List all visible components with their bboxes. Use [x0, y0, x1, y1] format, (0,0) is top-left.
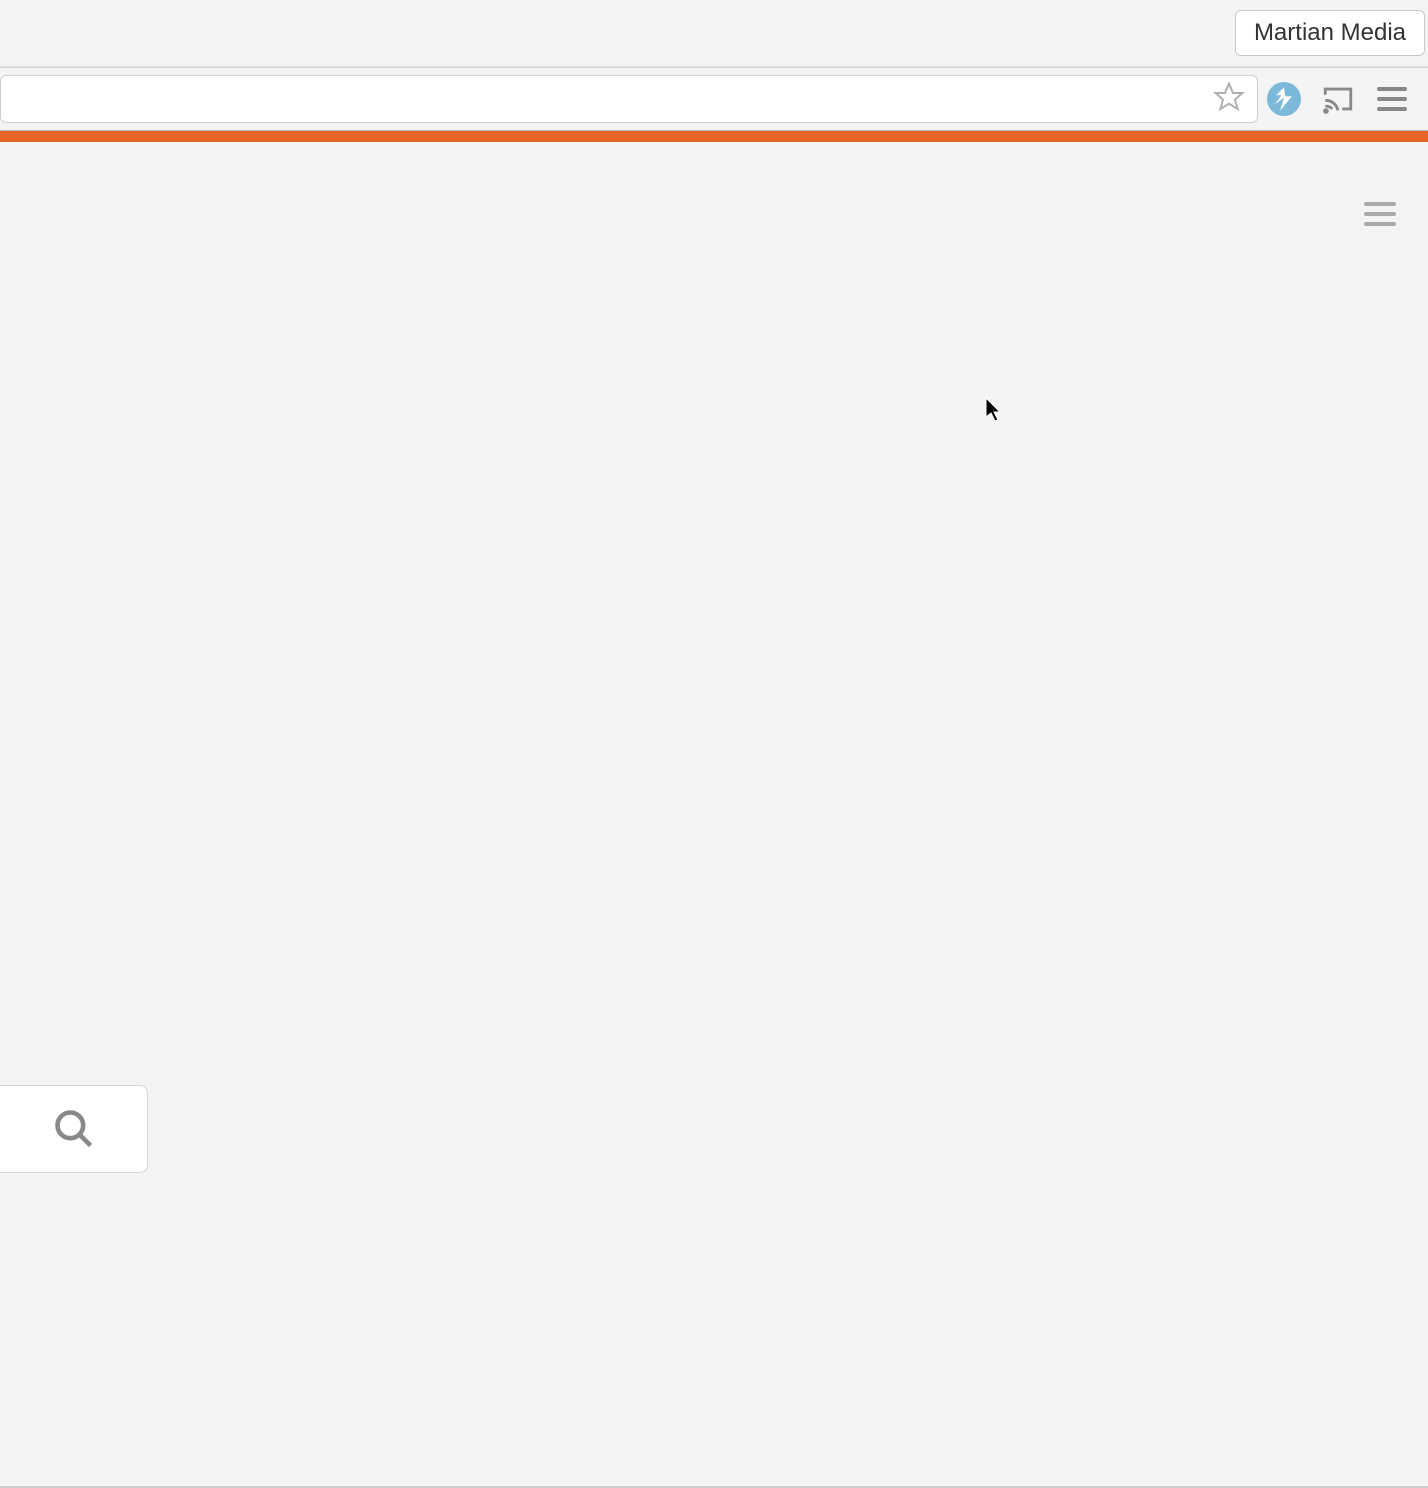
cast-button[interactable] [1320, 81, 1356, 117]
address-bar[interactable] [0, 75, 1258, 123]
browser-toolbar [0, 67, 1428, 131]
shield-icon [1267, 82, 1301, 116]
window-title-button[interactable]: Martian Media [1235, 10, 1425, 56]
page-accent-bar [0, 131, 1428, 142]
page-menu-button[interactable] [1364, 202, 1396, 226]
hamburger-icon [1377, 87, 1407, 111]
window-chrome: Martian Media [0, 0, 1428, 67]
hamburger-icon [1364, 202, 1396, 206]
star-icon[interactable] [1213, 81, 1245, 118]
extension-shield-button[interactable] [1266, 81, 1302, 117]
search-button[interactable] [0, 1085, 148, 1173]
page-content [0, 142, 1428, 1488]
search-icon [52, 1107, 96, 1151]
browser-menu-button[interactable] [1374, 81, 1410, 117]
cast-icon [1321, 82, 1355, 116]
toolbar-icons-group [1266, 81, 1428, 117]
